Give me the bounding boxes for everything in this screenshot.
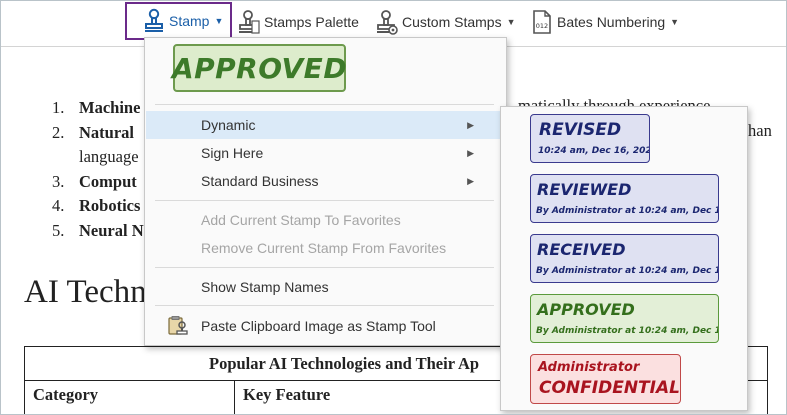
bates-numbering-button[interactable]: 012 Bates Numbering ▼: [531, 4, 679, 40]
current-stamp-preview[interactable]: APPROVED: [171, 44, 348, 92]
menu-separator: [155, 305, 494, 306]
table-title: Popular AI Technologies and Their Ap: [209, 354, 480, 373]
custom-stamps-button[interactable]: Custom Stamps ▼: [376, 4, 516, 40]
dynamic-stamps-submenu: REVISED 10:24 am, Dec 16, 2025 REVIEWED …: [500, 106, 748, 411]
revised-stamp[interactable]: REVISED 10:24 am, Dec 16, 2025: [530, 114, 650, 163]
stamp-icon: [145, 8, 163, 32]
menu-item-show-stamp-names[interactable]: Show Stamp Names: [146, 273, 507, 301]
custom-stamps-label: Custom Stamps: [402, 14, 502, 30]
table-divider: [234, 381, 235, 415]
chevron-down-icon: ▼: [214, 16, 224, 26]
menu-item-dynamic[interactable]: Dynamic ▶: [146, 111, 507, 139]
menu-item-standard-business[interactable]: Standard Business ▶: [146, 167, 507, 195]
menu-item-add-favorite: Add Current Stamp To Favorites: [201, 212, 401, 228]
stamp-button[interactable]: Stamp ▼: [125, 2, 232, 40]
approved-stamp[interactable]: APPROVED By Administrator at 10:24 am, D…: [530, 294, 719, 343]
stamp-button-label: Stamp: [169, 13, 210, 29]
chevron-down-icon: ▼: [670, 17, 680, 27]
stamp-dropdown-menu: APPROVED Dynamic ▶ Sign Here ▶ Standard …: [144, 37, 507, 346]
menu-separator: [155, 267, 494, 268]
submenu-arrow-icon: ▶: [467, 119, 474, 130]
stamps-palette-button[interactable]: Stamps Palette: [238, 4, 359, 40]
svg-text:012: 012: [536, 22, 548, 30]
menu-item-paste-clipboard-stamp[interactable]: Paste Clipboard Image as Stamp Tool: [146, 312, 507, 340]
stamps-palette-icon: [239, 10, 260, 34]
submenu-arrow-icon: ▶: [467, 175, 474, 186]
confidential-stamp[interactable]: Administrator CONFIDENTIAL: [530, 354, 681, 404]
received-stamp[interactable]: RECEIVED By Administrator at 10:24 am, D…: [530, 234, 719, 283]
menu-item-sign-here[interactable]: Sign Here ▶: [146, 139, 507, 167]
menu-item-remove-favorite: Remove Current Stamp From Favorites: [201, 240, 447, 256]
stamps-palette-label: Stamps Palette: [264, 14, 359, 30]
submenu-arrow-icon: ▶: [467, 147, 474, 158]
reviewed-stamp[interactable]: REVIEWED By Administrator at 10:24 am, D…: [530, 174, 719, 223]
custom-stamp-gear-icon: [377, 10, 398, 35]
current-stamp-text: APPROVED: [171, 51, 348, 85]
document-heading: AI Techn: [24, 274, 147, 310]
menu-separator: [155, 200, 494, 201]
paste-clipboard-icon: [168, 316, 188, 335]
chevron-down-icon: ▼: [506, 17, 516, 27]
bates-document-icon: 012: [533, 10, 551, 34]
document-text-fragment: han: [748, 121, 772, 140]
table-header-category: Category: [33, 385, 99, 404]
table-header-key-feature: Key Feature: [243, 385, 331, 404]
menu-separator: [155, 104, 494, 105]
bates-numbering-label: Bates Numbering: [557, 14, 666, 30]
